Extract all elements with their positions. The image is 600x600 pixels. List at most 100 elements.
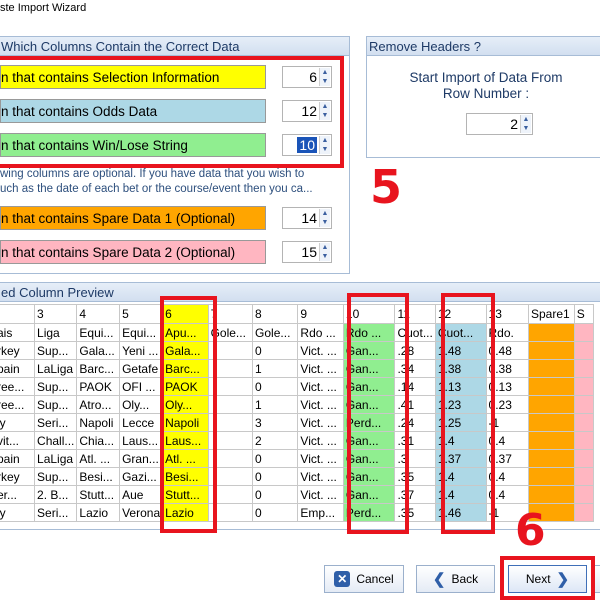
annotation-number-6: 6 xyxy=(515,505,546,556)
table-cell xyxy=(527,323,575,342)
table-cell: 0 xyxy=(252,449,299,468)
start-row-value[interactable]: 2 xyxy=(510,116,518,132)
highlight-box-selection-column xyxy=(160,296,217,533)
spare2-column-label: n that contains Spare Data 2 (Optional) xyxy=(0,240,266,264)
highlight-box-winlose-column xyxy=(347,293,409,534)
table-cell: Getafe xyxy=(119,359,164,378)
table-cell xyxy=(573,485,595,504)
table-cell: Liga xyxy=(34,323,78,342)
start-row-label-line2: Row Number : xyxy=(442,86,530,101)
cancel-button[interactable]: ✕ Cancel xyxy=(324,565,404,593)
table-cell: Napoli xyxy=(76,413,121,432)
table-cell xyxy=(527,413,575,432)
table-cell xyxy=(573,431,595,450)
preview-header-cell[interactable]: 8 xyxy=(252,304,299,324)
table-cell xyxy=(527,449,575,468)
table-row: rkeySup...Besi...Gazi...Besi...0Vict. ..… xyxy=(0,467,595,486)
table-cell: Emp... xyxy=(297,503,344,522)
preview-header-cell[interactable]: Spare1 xyxy=(527,304,575,324)
spinner-arrows-icon[interactable]: ▲ ▼ xyxy=(520,115,531,133)
spare2-column-spinner[interactable]: 15 ▲ ▼ xyxy=(282,241,332,263)
table-cell: 0 xyxy=(252,485,299,504)
table-cell: Gala... xyxy=(76,341,121,360)
preview-table: 345678910111213Spare1SaisLigaEqui...Equi… xyxy=(0,304,595,522)
table-cell: Aue xyxy=(119,485,164,504)
table-cell: 0 xyxy=(252,341,299,360)
table-cell: Lazio xyxy=(76,503,121,522)
table-cell: Oly... xyxy=(119,395,164,414)
table-cell xyxy=(573,467,595,486)
table-cell: pain xyxy=(0,359,36,378)
table-cell: ree... xyxy=(0,377,36,396)
table-row: vit...Chall...Chia...Laus...Laus...2Vict… xyxy=(0,431,595,450)
table-cell: Lecce xyxy=(119,413,164,432)
preview-panel-title: ed Column Preview xyxy=(0,283,600,302)
table-cell: Equi... xyxy=(119,323,164,342)
table-cell: Atro... xyxy=(76,395,121,414)
chevron-left-icon: ❮ xyxy=(432,571,446,588)
table-cell xyxy=(527,341,575,360)
table-cell: 3 xyxy=(252,413,299,432)
table-cell xyxy=(573,503,595,522)
cancel-button-label: Cancel xyxy=(356,572,394,586)
table-row: painLaLigaBarc...GetafeBarc...1Vict. ...… xyxy=(0,359,595,378)
table-cell: Vict. ... xyxy=(297,395,344,414)
back-button[interactable]: ❮ Back xyxy=(416,565,495,593)
preview-header-cell[interactable] xyxy=(0,304,36,324)
table-cell: Vict. ... xyxy=(297,413,344,432)
preview-header-row: 3 4 5 6 7 8 9 10 11 12 13 Spare1 S xyxy=(0,304,595,324)
table-cell: Barc... xyxy=(76,359,121,378)
table-cell: Stutt... xyxy=(76,485,121,504)
table-cell: Equi... xyxy=(76,323,121,342)
spare1-column-spinner[interactable]: 14 ▲ ▼ xyxy=(282,207,332,229)
table-row: lySeri...NapoliLecceNapoli3Vict. ...Perd… xyxy=(0,413,595,432)
table-cell: ly xyxy=(0,413,36,432)
table-cell: 2 xyxy=(252,431,299,450)
table-cell: Sup... xyxy=(34,341,78,360)
spare1-column-label: n that contains Spare Data 1 (Optional) xyxy=(0,206,266,230)
remove-headers-panel: Remove Headers ? Start Import of Data Fr… xyxy=(366,36,600,158)
preview-header-cell[interactable]: 5 xyxy=(119,304,164,324)
preview-header-cell[interactable]: 3 xyxy=(34,304,78,324)
table-cell: Seri... xyxy=(34,503,78,522)
table-cell: Rdo ... xyxy=(297,323,344,342)
table-cell: PAOK xyxy=(76,377,121,396)
preview-header-cell[interactable]: 9 xyxy=(297,304,344,324)
optional-note-line2: uch as the date of each bet or the cours… xyxy=(0,183,313,195)
preview-header-cell[interactable]: S xyxy=(573,304,595,324)
table-cell: Sup... xyxy=(34,395,78,414)
spinner-arrows-icon[interactable]: ▲ ▼ xyxy=(319,243,330,261)
table-cell: Gran... xyxy=(119,449,164,468)
table-cell xyxy=(573,395,595,414)
start-row-spinner[interactable]: 2 ▲ ▼ xyxy=(466,113,533,135)
table-row: rkeySup...Gala...Yeni ...Gala...0Vict. .… xyxy=(0,341,595,360)
table-cell: LaLiga xyxy=(34,449,78,468)
table-cell: Seri... xyxy=(34,413,78,432)
table-cell: Vict. ... xyxy=(297,377,344,396)
table-cell: Sup... xyxy=(34,377,78,396)
preview-header-cell[interactable]: 4 xyxy=(76,304,121,324)
table-cell xyxy=(573,359,595,378)
remove-headers-title: Remove Headers ? xyxy=(367,37,600,56)
window-title-bar: ste Import Wizard xyxy=(0,0,600,22)
highlight-box-odds-column xyxy=(441,293,495,534)
table-cell: ree... xyxy=(0,395,36,414)
table-cell: Vict. ... xyxy=(297,449,344,468)
table-row: painLaLigaAtl. ...Gran...Atl. ...0Vict. … xyxy=(0,449,595,468)
table-cell: Atl. ... xyxy=(76,449,121,468)
table-cell xyxy=(527,395,575,414)
table-cell xyxy=(573,323,595,342)
table-cell: Yeni ... xyxy=(119,341,164,360)
table-cell: 1 xyxy=(252,395,299,414)
table-cell: 2. B... xyxy=(34,485,78,504)
table-row: ree...Sup...PAOKOFI ...PAOK0Vict. ...Gan… xyxy=(0,377,595,396)
spare1-column-value[interactable]: 14 xyxy=(301,210,317,226)
table-cell: ais xyxy=(0,323,36,342)
table-cell: Besi... xyxy=(76,467,121,486)
spinner-arrows-icon[interactable]: ▲ ▼ xyxy=(319,209,330,227)
table-cell xyxy=(573,377,595,396)
spare2-column-value[interactable]: 15 xyxy=(301,244,317,260)
table-cell: 1 xyxy=(252,359,299,378)
highlight-box-required-columns xyxy=(0,56,344,168)
columns-panel-title: Which Columns Contain the Correct Data xyxy=(0,37,349,56)
